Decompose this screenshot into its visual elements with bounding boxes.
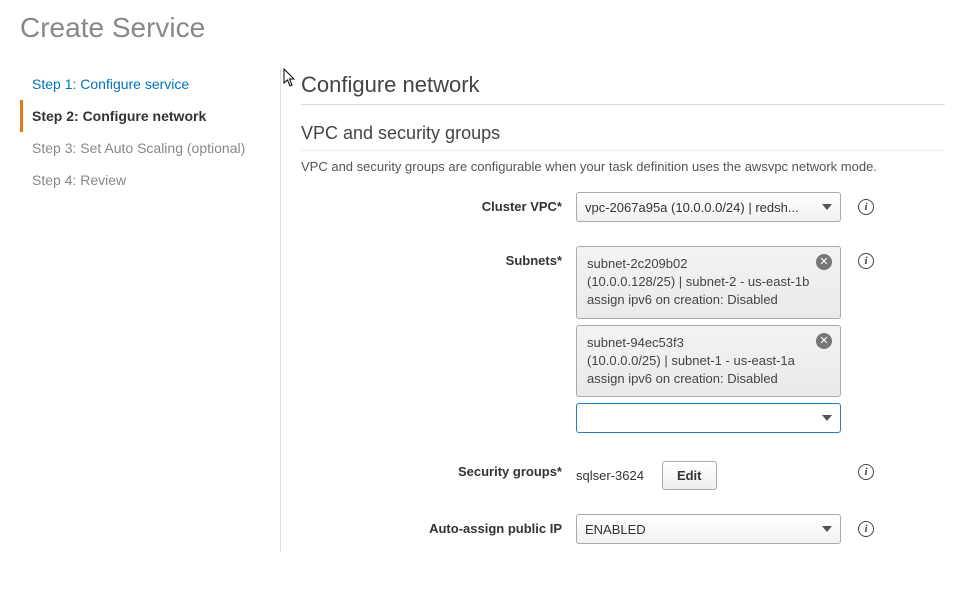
info-icon[interactable]: i: [858, 464, 874, 480]
subnet-tag: subnet-94ec53f3 (10.0.0.0/25) | subnet-1…: [576, 325, 841, 398]
label-auto-assign-ip: Auto-assign public IP: [301, 514, 576, 536]
step-configure-service[interactable]: Step 1: Configure service: [20, 68, 268, 100]
subnet-detail: (10.0.0.128/25) | subnet-2 - us-east-1b: [587, 274, 809, 289]
security-group-value: sqlser-3624: [576, 468, 644, 483]
label-subnets: Subnets*: [301, 246, 576, 268]
chevron-down-icon: [822, 204, 832, 210]
subnet-ipv6: assign ipv6 on creation: Disabled: [587, 292, 778, 307]
subnet-tag: subnet-2c209b02 (10.0.0.128/25) | subnet…: [576, 246, 841, 319]
row-cluster-vpc: Cluster VPC* vpc-2067a95a (10.0.0.0/24) …: [301, 192, 945, 222]
info-icon[interactable]: i: [858, 199, 874, 215]
subnet-detail: (10.0.0.0/25) | subnet-1 - us-east-1a: [587, 353, 795, 368]
main-panel: Configure network VPC and security group…: [280, 68, 945, 552]
step-auto-scaling[interactable]: Step 3: Set Auto Scaling (optional): [20, 132, 268, 164]
chevron-down-icon: [822, 415, 832, 421]
info-icon[interactable]: i: [858, 521, 874, 537]
chevron-down-icon: [822, 526, 832, 532]
sub-heading: VPC and security groups: [301, 123, 945, 151]
info-icon[interactable]: i: [858, 253, 874, 269]
edit-security-groups-button[interactable]: Edit: [662, 461, 717, 490]
label-cluster-vpc: Cluster VPC*: [301, 192, 576, 214]
cluster-vpc-select[interactable]: vpc-2067a95a (10.0.0.0/24) | redsh...: [576, 192, 841, 222]
step-review[interactable]: Step 4: Review: [20, 164, 268, 196]
row-security-groups: Security groups* sqlser-3624 Edit i: [301, 457, 945, 490]
subnet-id: subnet-94ec53f3: [587, 335, 684, 350]
wizard-steps-sidebar: Step 1: Configure service Step 2: Config…: [20, 68, 280, 552]
step-configure-network[interactable]: Step 2: Configure network: [20, 100, 268, 132]
section-heading: Configure network: [301, 72, 945, 105]
subnet-id: subnet-2c209b02: [587, 256, 687, 271]
remove-subnet-icon[interactable]: ✕: [816, 254, 832, 270]
remove-subnet-icon[interactable]: ✕: [816, 333, 832, 349]
auto-assign-ip-select[interactable]: ENABLED: [576, 514, 841, 544]
subnet-ipv6: assign ipv6 on creation: Disabled: [587, 371, 778, 386]
label-security-groups: Security groups*: [301, 457, 576, 479]
auto-assign-ip-value: ENABLED: [585, 522, 646, 537]
page-title: Create Service: [20, 12, 945, 44]
row-auto-assign-ip: Auto-assign public IP ENABLED i: [301, 514, 945, 544]
row-subnets: Subnets* subnet-2c209b02 (10.0.0.128/25)…: [301, 246, 945, 433]
subnet-add-select[interactable]: [576, 403, 841, 433]
cluster-vpc-value: vpc-2067a95a (10.0.0.0/24) | redsh...: [585, 200, 799, 215]
section-description: VPC and security groups are configurable…: [301, 159, 945, 174]
